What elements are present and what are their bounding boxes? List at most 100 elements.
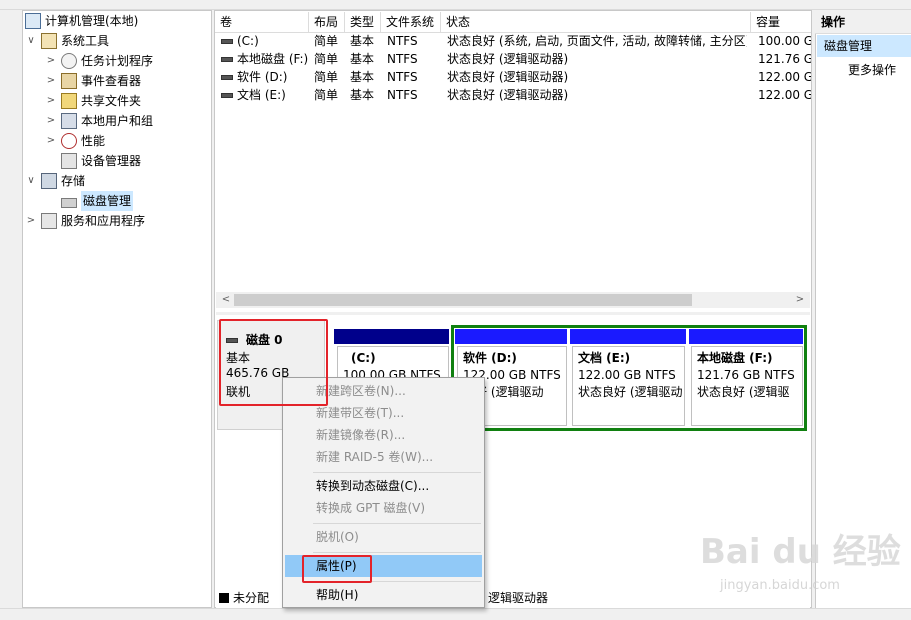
tree-item-label: 计算机管理(本地) bbox=[45, 14, 139, 28]
chevron-right-icon[interactable]: > bbox=[45, 51, 57, 71]
pane-splitter[interactable] bbox=[216, 312, 810, 315]
partition-status: 状态良好 (逻辑驱 bbox=[697, 385, 790, 399]
volume-row[interactable]: 文档 (E:) 简单 基本 NTFS 状态良好 (逻辑驱动器) 122.00 G bbox=[215, 86, 811, 104]
chevron-down-icon[interactable]: ∨ bbox=[25, 171, 37, 191]
legend-logical: 逻辑驱动器 bbox=[488, 591, 549, 605]
chevron-right-icon[interactable]: > bbox=[45, 111, 57, 131]
volume-row[interactable]: (C:) 简单 基本 NTFS 状态良好 (系统, 启动, 页面文件, 活动, … bbox=[215, 32, 811, 50]
tree-item-label: 事件查看器 bbox=[81, 74, 142, 88]
shared-folders-icon bbox=[61, 93, 77, 109]
tree-item-shared-folders[interactable]: > 共享文件夹 bbox=[45, 91, 141, 111]
column-header-layout[interactable]: 布局 bbox=[309, 12, 345, 33]
scrollbar-thumb[interactable] bbox=[234, 294, 692, 306]
volume-name: 文档 (E:) bbox=[237, 88, 286, 102]
scroll-right-icon[interactable]: > bbox=[792, 292, 808, 308]
chevron-right-icon[interactable]: > bbox=[45, 71, 57, 91]
drive-icon bbox=[221, 57, 233, 62]
menu-separator bbox=[313, 552, 481, 553]
more-actions-link[interactable]: 更多操作 bbox=[848, 60, 896, 80]
volume-capacity: 121.76 G bbox=[758, 52, 811, 66]
legend-label: 未分配 bbox=[233, 591, 270, 605]
computer-management-icon bbox=[25, 13, 41, 29]
column-header-volume[interactable]: 卷 bbox=[215, 12, 309, 33]
performance-icon bbox=[61, 133, 77, 149]
tree-item-label: 共享文件夹 bbox=[81, 94, 142, 108]
volume-layout: 简单 bbox=[314, 52, 339, 66]
tree-item-label: 任务计划程序 bbox=[81, 54, 154, 68]
volume-filesystem: NTFS bbox=[387, 88, 418, 102]
highlight-box-disk-0 bbox=[219, 319, 328, 406]
legend-swatch bbox=[219, 593, 229, 603]
legend-unallocated: 未分配 bbox=[219, 590, 269, 606]
event-viewer-icon bbox=[61, 73, 77, 89]
system-tools-icon bbox=[41, 33, 57, 49]
scroll-left-icon[interactable]: < bbox=[218, 292, 234, 308]
actions-section-disk-management[interactable]: 磁盘管理 bbox=[817, 35, 911, 57]
tree-item-disk-management[interactable]: 磁盘管理 bbox=[61, 191, 134, 211]
partition-label: 文档 (E:) bbox=[578, 351, 631, 365]
tree-item-device-manager[interactable]: 设备管理器 bbox=[61, 151, 141, 171]
chevron-down-icon[interactable]: ∨ bbox=[25, 31, 37, 51]
partition-label: (C:) bbox=[351, 351, 376, 365]
tree-item-computer-management[interactable]: 计算机管理(本地) bbox=[25, 11, 138, 31]
volume-filesystem: NTFS bbox=[387, 34, 418, 48]
volume-type: 基本 bbox=[350, 70, 375, 84]
tree-item-system-tools[interactable]: ∨ 系统工具 bbox=[25, 31, 109, 51]
tree-item-label: 设备管理器 bbox=[81, 154, 142, 168]
column-header-type[interactable]: 类型 bbox=[345, 12, 381, 33]
tree-item-label: 服务和应用程序 bbox=[61, 214, 146, 228]
tree-item-local-users[interactable]: > 本地用户和组 bbox=[45, 111, 153, 131]
partition-e[interactable]: 文档 (E:) 122.00 GB NTFS 状态良好 (逻辑驱动 bbox=[572, 346, 685, 426]
tree-item-label: 本地用户和组 bbox=[81, 114, 154, 128]
tree-item-task-scheduler[interactable]: > 任务计划程序 bbox=[45, 51, 153, 71]
volume-layout: 简单 bbox=[314, 34, 339, 48]
partition-size: 121.76 GB NTFS bbox=[697, 368, 795, 382]
column-header-capacity[interactable]: 容量 bbox=[751, 12, 811, 33]
chevron-right-icon[interactable]: > bbox=[45, 131, 57, 151]
tree-item-services-apps[interactable]: > 服务和应用程序 bbox=[25, 211, 145, 231]
tree-item-storage[interactable]: ∨ 存储 bbox=[25, 171, 85, 191]
volume-row[interactable]: 软件 (D:) 简单 基本 NTFS 状态良好 (逻辑驱动器) 122.00 G bbox=[215, 68, 811, 86]
partition-label: 软件 (D:) bbox=[463, 351, 517, 365]
chevron-right-icon[interactable]: > bbox=[45, 91, 57, 111]
tree-item-performance[interactable]: > 性能 bbox=[45, 131, 105, 151]
tree-item-label: 系统工具 bbox=[61, 34, 110, 48]
partition-c-bar bbox=[334, 329, 449, 344]
services-apps-icon bbox=[41, 213, 57, 229]
chevron-right-icon[interactable]: > bbox=[25, 211, 37, 231]
partition-f-bar bbox=[689, 329, 803, 344]
tree-item-event-viewer[interactable]: > 事件查看器 bbox=[45, 71, 141, 91]
device-manager-icon bbox=[61, 153, 77, 169]
partition-f[interactable]: 本地磁盘 (F:) 121.76 GB NTFS 状态良好 (逻辑驱 bbox=[691, 346, 803, 426]
tree-item-label: 存储 bbox=[61, 174, 86, 188]
volume-type: 基本 bbox=[350, 88, 375, 102]
volume-filesystem: NTFS bbox=[387, 70, 418, 84]
volume-layout: 简单 bbox=[314, 88, 339, 102]
menu-separator bbox=[313, 472, 481, 473]
watermark-logo: Bai du 经验 bbox=[700, 532, 901, 572]
menu-item-new-mirrored-volume[interactable]: 新建镜像卷(R)... bbox=[285, 424, 482, 446]
menu-item-new-raid5-volume[interactable]: 新建 RAID-5 卷(W)... bbox=[285, 446, 482, 468]
actions-header: 操作 bbox=[815, 10, 911, 34]
volume-type: 基本 bbox=[350, 52, 375, 66]
menu-separator bbox=[313, 523, 481, 524]
volume-status: 状态良好 (系统, 启动, 页面文件, 活动, 故障转储, 主分区) bbox=[447, 34, 747, 48]
tree-item-label: 磁盘管理 bbox=[81, 191, 134, 211]
partition-e-bar bbox=[570, 329, 686, 344]
menu-item-convert-to-dynamic[interactable]: 转换到动态磁盘(C)... bbox=[285, 475, 482, 497]
menu-item-convert-to-gpt[interactable]: 转换成 GPT 磁盘(V) bbox=[285, 497, 482, 519]
drive-icon bbox=[221, 75, 233, 80]
column-header-filesystem[interactable]: 文件系统 bbox=[381, 12, 441, 33]
disk-management-icon bbox=[61, 197, 77, 208]
partition-status: 状态良好 (逻辑驱动 bbox=[578, 385, 683, 399]
volume-filesystem: NTFS bbox=[387, 52, 418, 66]
volume-row[interactable]: 本地磁盘 (F:) 简单 基本 NTFS 状态良好 (逻辑驱动器) 121.76… bbox=[215, 50, 811, 68]
menu-item-offline[interactable]: 脱机(O) bbox=[285, 526, 482, 548]
volume-name: 软件 (D:) bbox=[237, 70, 288, 84]
column-header-status[interactable]: 状态 bbox=[441, 12, 751, 33]
status-bar bbox=[0, 608, 911, 620]
volume-capacity: 100.00 G bbox=[758, 34, 811, 48]
menu-item-help[interactable]: 帮助(H) bbox=[285, 584, 482, 606]
tree-item-label: 性能 bbox=[81, 134, 106, 148]
horizontal-scrollbar[interactable]: < > bbox=[216, 292, 810, 308]
